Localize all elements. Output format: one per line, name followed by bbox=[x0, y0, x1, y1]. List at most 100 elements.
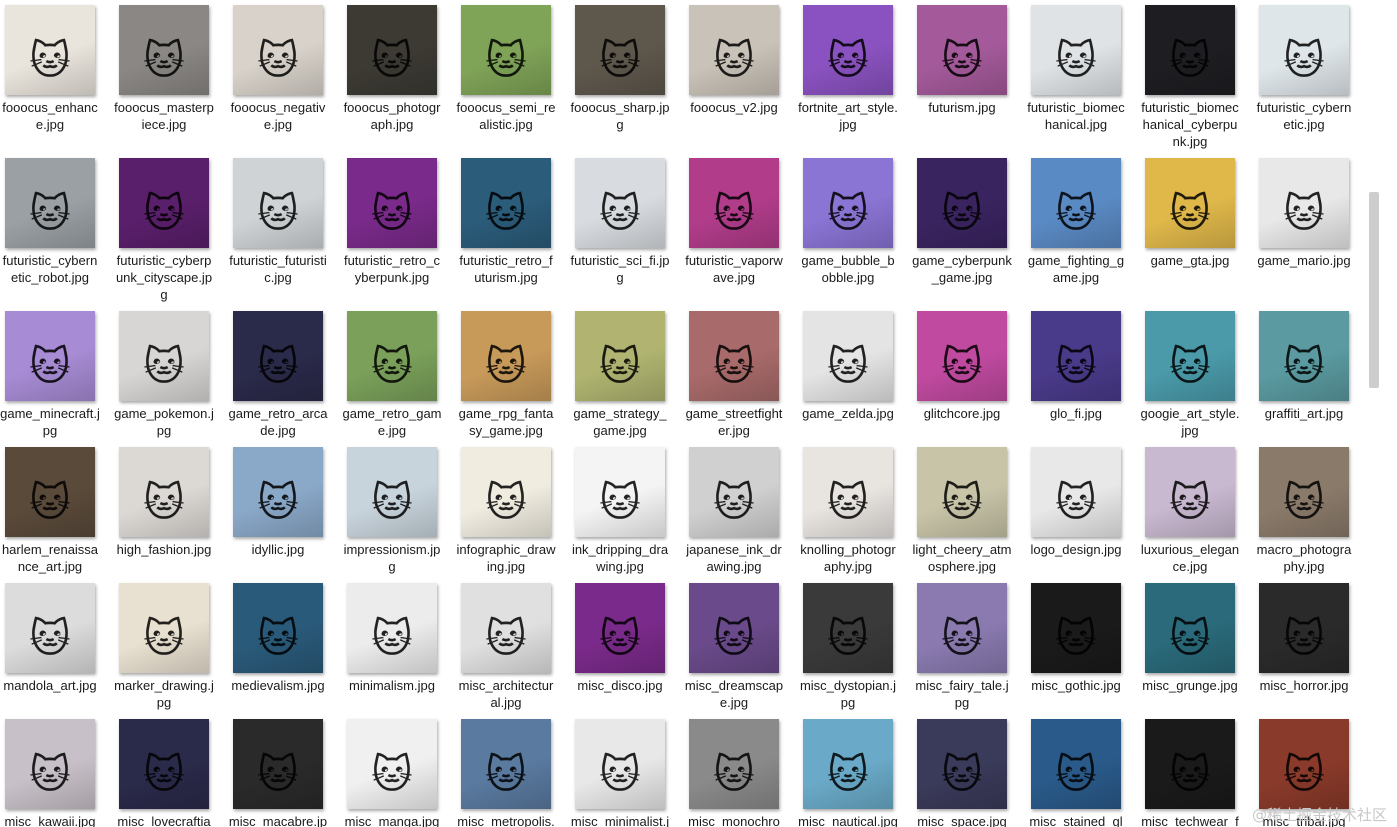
file-name-label: harlem_renaissance_art.jpg bbox=[1, 542, 99, 574]
cat-image-icon[interactable]: 🐱 bbox=[689, 158, 779, 248]
cat-image-icon[interactable]: 🐱 bbox=[5, 158, 95, 248]
cat-image-icon[interactable]: 🐱 bbox=[803, 311, 893, 401]
cat-image-icon[interactable]: 🐱 bbox=[233, 447, 323, 537]
cat-glyph-icon: 🐱 bbox=[827, 344, 869, 390]
cat-image-icon[interactable]: 🐱 bbox=[233, 311, 323, 401]
cat-image-icon[interactable]: 🐱 bbox=[1145, 311, 1235, 401]
file-name-label: impressionism.jpg bbox=[343, 542, 441, 574]
cat-image-icon[interactable]: 🐱 bbox=[917, 311, 1007, 401]
cat-image-icon[interactable]: 🐱 bbox=[461, 5, 551, 95]
cat-image-icon[interactable]: 🐱 bbox=[5, 719, 95, 809]
cat-glyph-icon: 🐱 bbox=[29, 480, 71, 526]
cat-image-icon[interactable]: 🐱 bbox=[119, 5, 209, 95]
cat-image-icon[interactable]: 🐱 bbox=[1259, 311, 1349, 401]
cat-image-icon[interactable]: 🐱 bbox=[917, 719, 1007, 809]
cat-image-icon[interactable]: 🐱 bbox=[347, 5, 437, 95]
cat-image-icon[interactable]: 🐱 bbox=[1031, 311, 1121, 401]
cat-image-icon[interactable]: 🐱 bbox=[347, 158, 437, 248]
cat-image-icon[interactable]: 🐱 bbox=[347, 583, 437, 673]
cat-image-icon[interactable]: 🐱 bbox=[233, 719, 323, 809]
cat-image-icon[interactable]: 🐱 bbox=[119, 447, 209, 537]
cat-image-icon[interactable]: 🐱 bbox=[1031, 719, 1121, 809]
cat-image-icon[interactable]: 🐱 bbox=[5, 447, 95, 537]
file-name-label: knolling_photography.jpg bbox=[800, 542, 896, 574]
cat-image-icon[interactable]: 🐱 bbox=[1145, 719, 1235, 809]
cat-image-icon[interactable]: 🐱 bbox=[803, 5, 893, 95]
cat-image-icon[interactable]: 🐱 bbox=[119, 311, 209, 401]
cat-image-icon[interactable]: 🐱 bbox=[1259, 583, 1349, 673]
cat-image-icon[interactable]: 🐱 bbox=[233, 158, 323, 248]
cat-image-icon[interactable]: 🐱 bbox=[1145, 447, 1235, 537]
cat-image-icon[interactable]: 🐱 bbox=[1031, 583, 1121, 673]
cat-glyph-icon: 🐱 bbox=[257, 191, 299, 237]
cat-image-icon[interactable]: 🐱 bbox=[1259, 447, 1349, 537]
cat-image-icon[interactable]: 🐱 bbox=[917, 158, 1007, 248]
cat-image-icon[interactable]: 🐱 bbox=[689, 311, 779, 401]
cat-glyph-icon: 🐱 bbox=[941, 480, 983, 526]
cat-image-icon[interactable]: 🐱 bbox=[575, 5, 665, 95]
scrollbar-thumb[interactable] bbox=[1369, 192, 1379, 388]
cat-image-icon[interactable]: 🐱 bbox=[575, 447, 665, 537]
cat-image-icon[interactable]: 🐱 bbox=[347, 447, 437, 537]
file-name-label: misc_monochrome.jpg bbox=[688, 814, 780, 827]
file-name-label: high_fashion.jpg bbox=[116, 542, 212, 557]
cat-image-icon[interactable]: 🐱 bbox=[689, 583, 779, 673]
cat-image-icon[interactable]: 🐱 bbox=[803, 583, 893, 673]
cat-glyph-icon: 🐱 bbox=[1169, 38, 1211, 84]
cat-image-icon[interactable]: 🐱 bbox=[689, 447, 779, 537]
file-name-label: game_pokemon.jpg bbox=[114, 406, 214, 438]
file-name-label: infographic_drawing.jpg bbox=[456, 542, 556, 574]
cat-image-icon[interactable]: 🐱 bbox=[119, 583, 209, 673]
cat-glyph-icon: 🐱 bbox=[941, 38, 983, 84]
cat-image-icon[interactable]: 🐱 bbox=[575, 719, 665, 809]
cat-image-icon[interactable]: 🐱 bbox=[575, 583, 665, 673]
cat-image-icon[interactable]: 🐱 bbox=[1259, 719, 1349, 809]
cat-image-icon[interactable]: 🐱 bbox=[461, 158, 551, 248]
cat-image-icon[interactable]: 🐱 bbox=[347, 311, 437, 401]
cat-image-icon[interactable]: 🐱 bbox=[461, 583, 551, 673]
cat-image-icon[interactable]: 🐱 bbox=[803, 447, 893, 537]
cat-image-icon[interactable]: 🐱 bbox=[1031, 447, 1121, 537]
cat-image-icon[interactable]: 🐱 bbox=[1259, 158, 1349, 248]
file-name-label: futuristic_vaporwave.jpg bbox=[685, 253, 783, 285]
cat-image-icon[interactable]: 🐱 bbox=[5, 5, 95, 95]
cat-image-icon[interactable]: 🐱 bbox=[689, 5, 779, 95]
file-name-label: game_rpg_fantasy_game.jpg bbox=[458, 406, 554, 438]
cat-image-icon[interactable]: 🐱 bbox=[1031, 158, 1121, 248]
file-name-label: futuristic_cybernetic_robot.jpg bbox=[2, 253, 98, 285]
cat-image-icon[interactable]: 🐱 bbox=[461, 719, 551, 809]
cat-glyph-icon: 🐱 bbox=[371, 752, 413, 798]
cat-image-icon[interactable]: 🐱 bbox=[233, 5, 323, 95]
cat-image-icon[interactable]: 🐱 bbox=[461, 311, 551, 401]
cat-image-icon[interactable]: 🐱 bbox=[1259, 5, 1349, 95]
cat-glyph-icon: 🐱 bbox=[1283, 344, 1325, 390]
cat-glyph-icon: 🐱 bbox=[1055, 344, 1097, 390]
cat-image-icon[interactable]: 🐱 bbox=[575, 158, 665, 248]
cat-image-icon[interactable]: 🐱 bbox=[1145, 583, 1235, 673]
cat-image-icon[interactable]: 🐱 bbox=[575, 311, 665, 401]
cat-image-icon[interactable]: 🐱 bbox=[1031, 5, 1121, 95]
cat-image-icon[interactable]: 🐱 bbox=[803, 158, 893, 248]
cat-image-icon[interactable]: 🐱 bbox=[803, 719, 893, 809]
cat-glyph-icon: 🐱 bbox=[29, 616, 71, 662]
file-name-label: misc_stained_glass.jpg bbox=[1029, 814, 1123, 827]
file-name-label: misc_horror.jpg bbox=[1259, 678, 1349, 693]
file-name-label: fooocus_negative.jpg bbox=[230, 100, 326, 132]
cat-glyph-icon: 🐱 bbox=[713, 191, 755, 237]
cat-image-icon[interactable]: 🐱 bbox=[233, 583, 323, 673]
cat-image-icon[interactable]: 🐱 bbox=[119, 719, 209, 809]
cat-image-icon[interactable]: 🐱 bbox=[689, 719, 779, 809]
cat-image-icon[interactable]: 🐱 bbox=[917, 447, 1007, 537]
file-name-label: misc_nautical.jpg bbox=[798, 814, 898, 827]
cat-image-icon[interactable]: 🐱 bbox=[917, 583, 1007, 673]
vertical-scrollbar[interactable] bbox=[1366, 0, 1397, 827]
cat-image-icon[interactable]: 🐱 bbox=[5, 583, 95, 673]
cat-image-icon[interactable]: 🐱 bbox=[119, 158, 209, 248]
cat-image-icon[interactable]: 🐱 bbox=[5, 311, 95, 401]
cat-glyph-icon: 🐱 bbox=[1055, 38, 1097, 84]
cat-image-icon[interactable]: 🐱 bbox=[1145, 5, 1235, 95]
cat-image-icon[interactable]: 🐱 bbox=[917, 5, 1007, 95]
cat-image-icon[interactable]: 🐱 bbox=[461, 447, 551, 537]
cat-image-icon[interactable]: 🐱 bbox=[1145, 158, 1235, 248]
cat-image-icon[interactable]: 🐱 bbox=[347, 719, 437, 809]
